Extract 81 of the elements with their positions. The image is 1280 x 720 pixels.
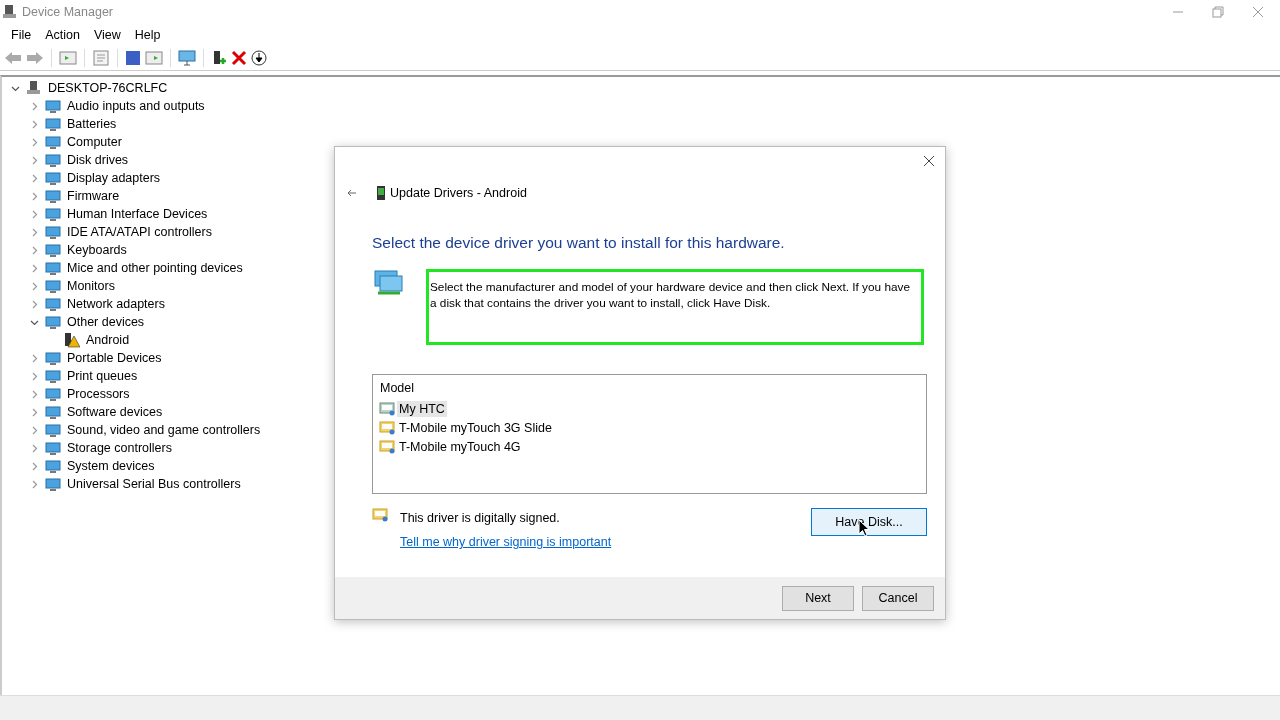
device-icon: [45, 422, 61, 438]
tree-item[interactable]: DESKTOP-76CRLFC: [48, 81, 168, 95]
list-item[interactable]: T-Mobile myTouch 4G: [397, 438, 523, 455]
tree-item[interactable]: Universal Serial Bus controllers: [67, 477, 241, 491]
tree-item[interactable]: Print queues: [67, 369, 138, 383]
warning-device-icon: [64, 332, 80, 348]
properties-icon[interactable]: [92, 50, 110, 66]
list-header: Model: [380, 381, 416, 395]
tree-item[interactable]: Batteries: [67, 117, 117, 131]
device-icon: [45, 458, 61, 474]
device-icon: [45, 278, 61, 294]
device-icon: [45, 368, 61, 384]
computer-icon: [26, 80, 42, 96]
tree-item[interactable]: IDE ATA/ATAPI controllers: [67, 225, 212, 239]
tree-item[interactable]: Sound, video and game controllers: [67, 423, 261, 437]
tree-item[interactable]: Monitors: [67, 279, 115, 293]
instruction-text: Select the manufacturer and model of your hardware device and then click Next. If you have a disk that contains the driver you want to install, click Have Disk.: [430, 279, 911, 311]
network-computers-icon: [374, 269, 404, 297]
monitor-icon[interactable]: [178, 50, 196, 66]
forward-arrow-icon[interactable]: [26, 50, 44, 66]
device-icon: [45, 314, 61, 330]
tree-item[interactable]: Processors: [67, 387, 130, 401]
tree-item[interactable]: Other devices: [67, 315, 145, 329]
menu-item[interactable]: Action: [38, 28, 87, 42]
close-icon[interactable]: [923, 155, 935, 167]
add-driver-icon[interactable]: [211, 50, 227, 66]
tree-item[interactable]: Computer: [67, 135, 122, 149]
tree-item[interactable]: Storage controllers: [67, 441, 172, 455]
tree-item[interactable]: Audio inputs and outputs: [67, 99, 205, 113]
app-icon: [2, 4, 18, 20]
device-icon: [45, 350, 61, 366]
phone-icon: [377, 186, 385, 200]
certificate-icon: [379, 401, 395, 416]
tree-item[interactable]: Firmware: [67, 189, 120, 203]
certificate-icon: [372, 508, 388, 522]
dialog-button[interactable]: Next: [782, 585, 854, 611]
certificate-icon: [379, 420, 395, 435]
signing-info-link[interactable]: Tell me why driver signing is important: [400, 535, 612, 549]
certificate-icon: [379, 439, 395, 454]
delete-icon[interactable]: [231, 50, 247, 66]
device-icon: [45, 170, 61, 186]
device-icon: [45, 404, 61, 420]
window-title: Device Manager: [22, 5, 113, 19]
menu-item[interactable]: Help: [127, 28, 168, 42]
menu-item[interactable]: File: [4, 28, 39, 42]
tree-item[interactable]: System devices: [67, 459, 155, 473]
panel-icon[interactable]: [145, 50, 163, 66]
dialog-button[interactable]: Cancel: [862, 585, 934, 611]
device-icon: [45, 242, 61, 258]
menu-item[interactable]: View: [86, 28, 128, 42]
tree-item[interactable]: Portable Devices: [67, 351, 162, 365]
tree-item[interactable]: Disk drives: [67, 153, 129, 167]
signed-text: This driver is digitally signed.: [400, 511, 561, 525]
device-icon: [45, 188, 61, 204]
device-icon: [45, 152, 61, 168]
device-icon: [45, 386, 61, 402]
tree-item[interactable]: Mice and other pointing devices: [67, 261, 243, 275]
tree-item[interactable]: Display adapters: [67, 171, 161, 185]
download-icon[interactable]: [251, 50, 267, 66]
tree-item[interactable]: Android: [86, 333, 130, 347]
restore-icon[interactable]: [1212, 6, 1224, 18]
device-icon: [45, 440, 61, 456]
model-list[interactable]: Model My HTC T-Mobile myTouch 3G Slide T-Mobile myTouch 4G: [372, 374, 927, 494]
list-item[interactable]: T-Mobile myTouch 3G Slide: [397, 419, 554, 436]
tree-item[interactable]: Network adapters: [67, 297, 165, 311]
tree-item[interactable]: Keyboards: [67, 243, 127, 257]
tree-item[interactable]: Human Interface Devices: [67, 207, 208, 221]
device-icon: [45, 134, 61, 150]
device-icon: [45, 260, 61, 276]
device-icon: [45, 476, 61, 492]
device-icon: [45, 206, 61, 222]
dialog-title: Update Drivers - Android: [390, 186, 527, 200]
device-icon: [45, 116, 61, 132]
dialog-heading: Select the device driver you want to install for this hardware.: [372, 234, 786, 252]
device-icon: [45, 296, 61, 312]
panel-icon[interactable]: [59, 50, 77, 66]
device-icon: [45, 224, 61, 240]
device-icon: [45, 98, 61, 114]
back-arrow-icon[interactable]: [347, 188, 357, 198]
tree-item[interactable]: Software devices: [67, 405, 163, 419]
list-item[interactable]: My HTC: [397, 400, 447, 417]
